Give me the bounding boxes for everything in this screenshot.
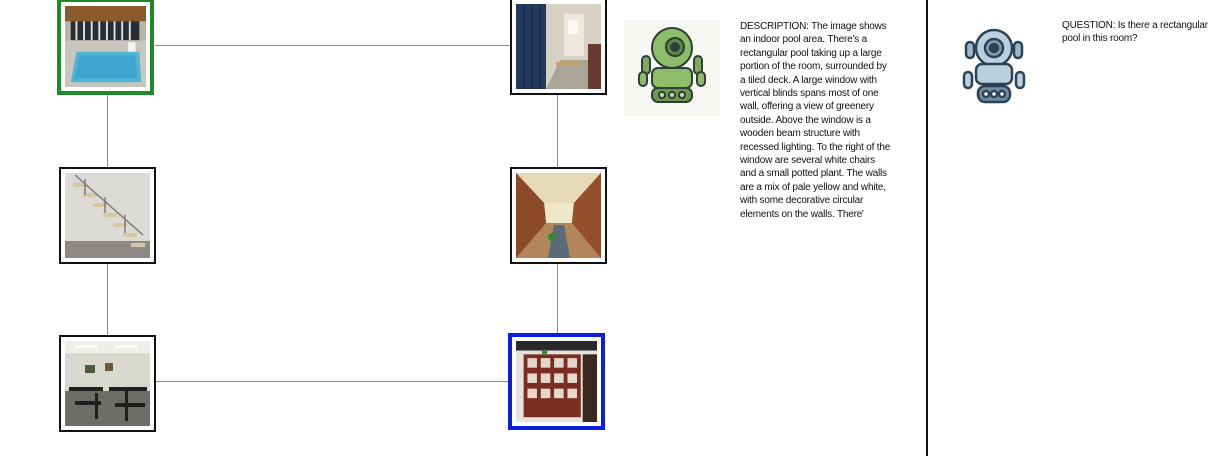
edge-stairs-classroom [107, 263, 108, 336]
questioner-avatar [958, 28, 1030, 110]
node-pool-start[interactable] [57, 0, 154, 95]
node-hallway[interactable] [510, 167, 607, 264]
scene-thumbnail-shop [516, 341, 597, 422]
scene-thumbnail-hallway [516, 173, 601, 258]
scene-thumbnail-classroom [65, 341, 150, 426]
scene-thumbnail-stairs [65, 173, 150, 258]
scene-thumbnail-pool [65, 6, 146, 87]
edge-lockers-hallway [557, 95, 558, 168]
node-stairs[interactable] [59, 167, 156, 264]
question-text: QUESTION: Is there a rectangular pool in… [1062, 20, 1208, 44]
edge-hallway-shop [557, 263, 558, 334]
node-lockers[interactable] [510, 0, 607, 95]
blue-robot-icon [962, 28, 1026, 104]
node-classroom[interactable] [59, 335, 156, 432]
edge-classroom-shop [155, 381, 511, 382]
describer-avatar [624, 20, 720, 116]
edge-pool-stairs [107, 95, 108, 168]
panel-divider [926, 0, 928, 456]
edge-pool-lockers [155, 45, 511, 46]
green-robot-icon [638, 27, 706, 103]
node-shop-goal[interactable] [508, 333, 605, 430]
description-text: DESCRIPTION: The image shows an indoor p… [740, 21, 891, 220]
scene-thumbnail-lockers [516, 4, 601, 89]
